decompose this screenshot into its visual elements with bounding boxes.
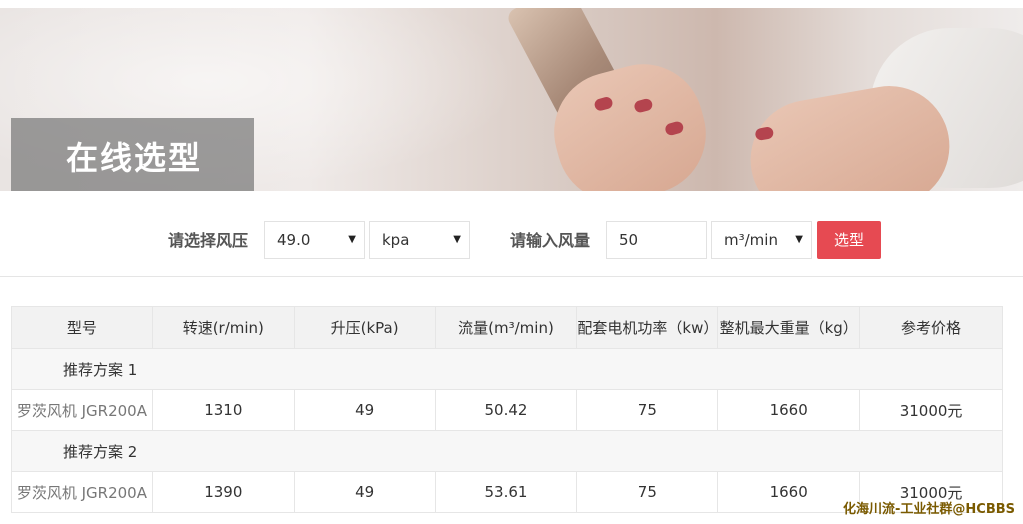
caret-down-icon: ▼ <box>795 234 803 245</box>
page-title: 在线选型 <box>66 139 203 177</box>
select-button[interactable]: 选型 <box>817 221 881 259</box>
group-row: 推荐方案 1 <box>11 348 1003 390</box>
caret-down-icon: ▼ <box>453 234 461 245</box>
cell-weight: 1660 <box>717 389 861 431</box>
cell-model: 罗茨风机 JGR200A <box>11 471 153 513</box>
table-row: 罗茨风机 JGR200A 1310 49 50.42 75 1660 31000… <box>11 389 1003 431</box>
flow-unit-select[interactable]: m³/min ▼ <box>711 221 812 259</box>
banner-title-box: 在线选型 <box>11 118 254 191</box>
watermark: 化海川流-工业社群@HCBBS <box>843 502 1015 517</box>
header-price: 参考价格 <box>859 306 1003 349</box>
pressure-select-value: 49.0 <box>277 231 311 249</box>
pressure-unit-select[interactable]: kpa ▼ <box>369 221 470 259</box>
selection-form: 请选择风压 49.0 ▼ kpa ▼ 请输入风量 50 m³/min ▼ 选型 <box>0 221 1023 261</box>
group-name: 推荐方案 2 <box>11 430 1003 472</box>
nail-shape <box>664 120 685 137</box>
table-header-row: 型号 转速(r/min) 升压(kPa) 流量(m³/min) 配套电机功率（k… <box>11 306 1003 349</box>
header-model: 型号 <box>11 306 153 349</box>
nail-shape <box>593 95 614 112</box>
flow-input[interactable]: 50 <box>606 221 707 259</box>
cell-weight: 1660 <box>717 471 861 513</box>
cell-motor-power: 75 <box>576 471 719 513</box>
cell-model: 罗茨风机 JGR200A <box>11 389 153 431</box>
cell-motor-power: 75 <box>576 389 719 431</box>
cell-pressure: 49 <box>293 389 436 431</box>
flow-input-value: 50 <box>619 231 639 249</box>
pressure-select[interactable]: 49.0 ▼ <box>264 221 365 259</box>
cell-price: 31000元 <box>859 389 1003 431</box>
pressure-label: 请选择风压 <box>168 231 249 250</box>
header-flow: 流量(m³/min) <box>434 306 578 349</box>
cell-speed: 1310 <box>151 389 295 431</box>
caret-down-icon: ▼ <box>348 234 356 245</box>
divider <box>0 276 1023 277</box>
group-name: 推荐方案 1 <box>11 348 1003 390</box>
nail-shape <box>754 126 775 142</box>
cell-speed: 1390 <box>151 471 295 513</box>
header-weight: 整机最大重量（kg） <box>717 306 861 349</box>
header-motor-power: 配套电机功率（kw） <box>576 306 718 349</box>
group-row: 推荐方案 2 <box>11 430 1003 472</box>
cell-flow: 50.42 <box>434 389 578 431</box>
flow-unit-value: m³/min <box>724 231 778 249</box>
cell-flow: 53.61 <box>434 471 578 513</box>
header-speed: 转速(r/min) <box>151 306 295 349</box>
flow-label: 请输入风量 <box>510 231 591 250</box>
cell-pressure: 49 <box>293 471 436 513</box>
banner: 在线选型 <box>0 8 1023 191</box>
nail-shape <box>633 97 654 114</box>
header-pressure: 升压(kPa) <box>293 306 436 349</box>
results-table: 型号 转速(r/min) 升压(kPa) 流量(m³/min) 配套电机功率（k… <box>11 306 1003 513</box>
pressure-unit-value: kpa <box>382 231 410 249</box>
